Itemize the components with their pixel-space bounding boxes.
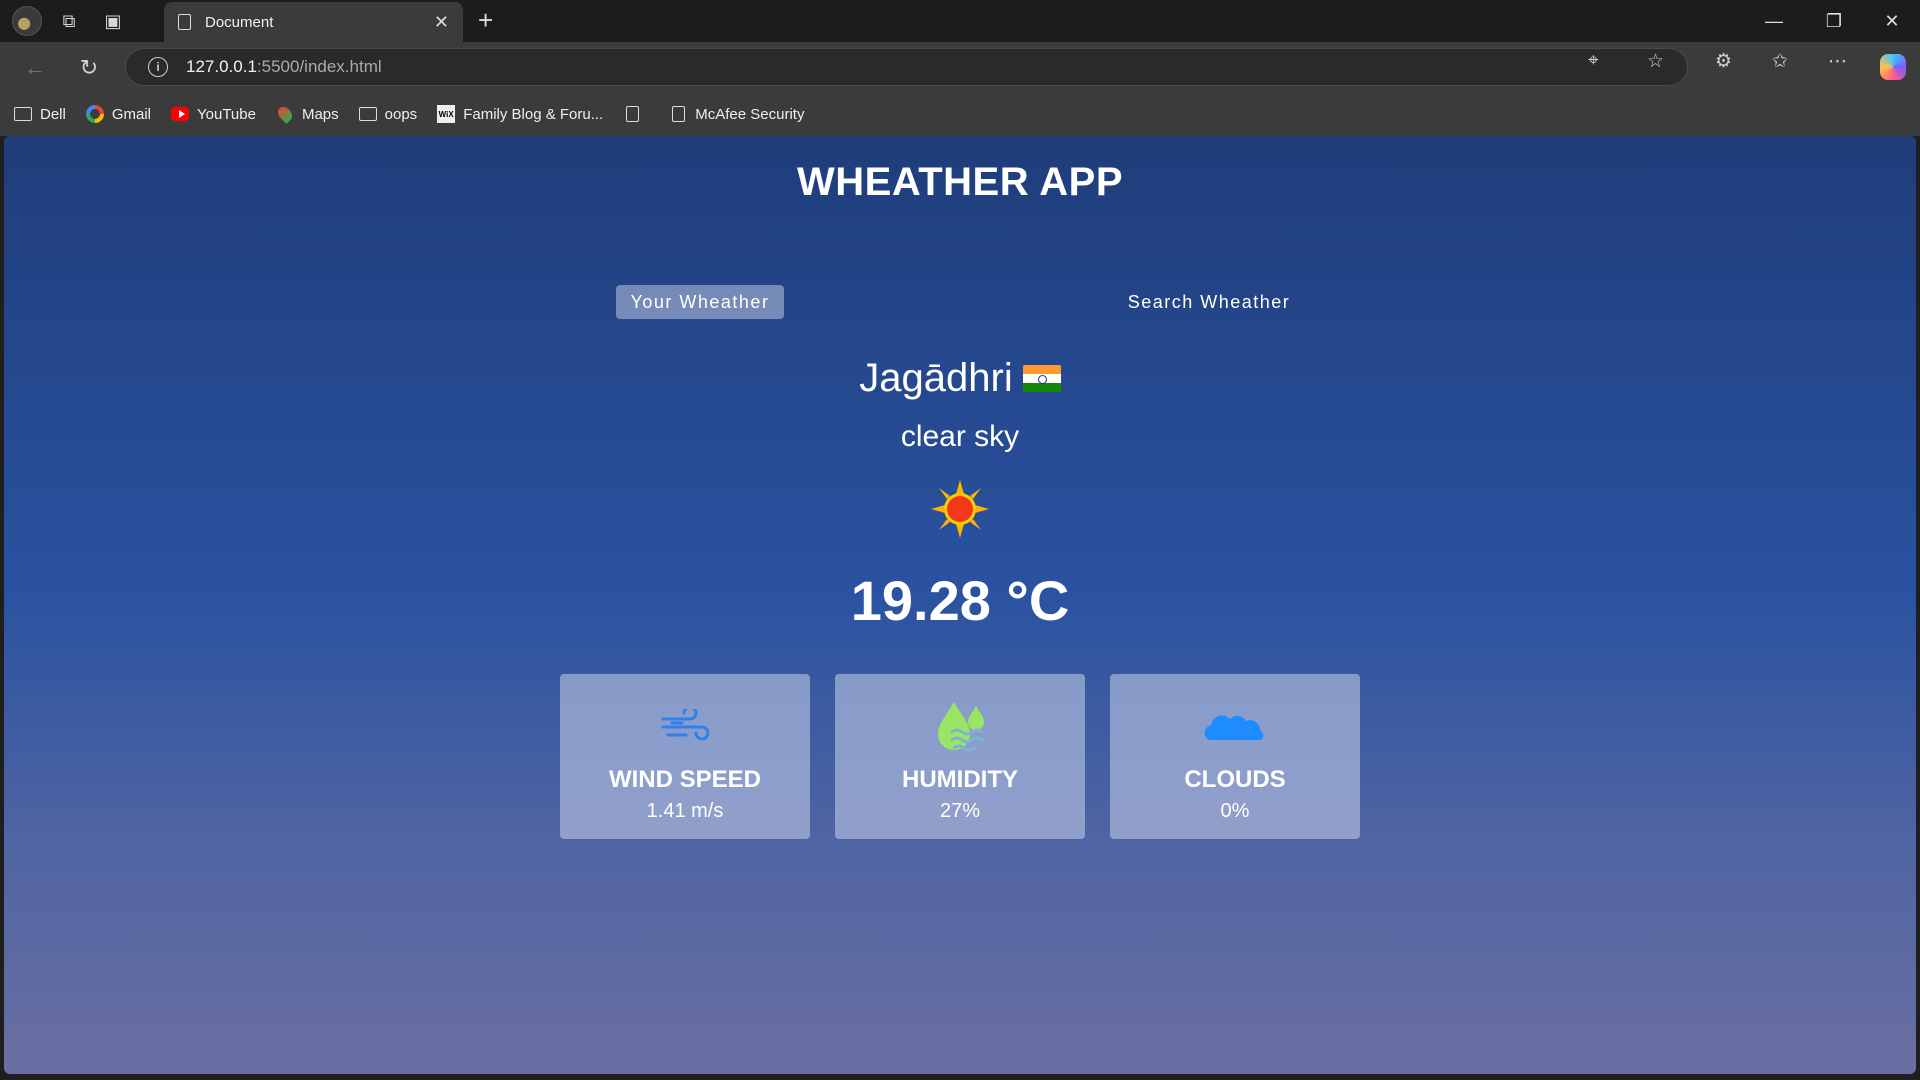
city-row: Jagādhri [4,356,1916,401]
location-icon[interactable]: ⌖ [1588,50,1599,72]
card-humidity: HUMIDITY 27% [835,674,1085,839]
temperature: 19.28 °C [850,569,1070,632]
more-menu-icon[interactable]: ⋯ [1828,50,1847,73]
card-title: CLOUDS [1184,766,1286,793]
bookmarks-bar: Dell Gmail YouTube Maps oops WiX Family … [0,92,1920,136]
bookmark-gmail[interactable]: Gmail [85,105,151,123]
card-clouds: CLOUDS 0% [1110,674,1360,839]
close-window-button[interactable]: ✕ [1864,0,1920,42]
vertical-tabs-icon[interactable]: ▣ [96,4,130,38]
url-path: :5500/index.html [256,57,382,76]
extensions-icon[interactable]: ⚙ [1715,50,1732,73]
bookmark-dell[interactable]: Dell [14,106,66,123]
humidity-icon [932,696,988,756]
tab-document[interactable]: Document ✕ [164,2,463,42]
google-icon [85,105,104,123]
refresh-button[interactable]: ↻ [72,51,106,85]
browser-title-bar: ⧉ ▣ Document ✕ + — ❐ ✕ [0,0,1920,42]
sun-icon [931,480,989,538]
page-icon [625,106,639,122]
restore-button[interactable]: ❐ [1806,0,1862,42]
site-info-icon[interactable]: i [148,57,168,77]
maps-icon [275,104,295,124]
document-icon [178,14,191,30]
navigation-bar: ← ↻ i 127.0.0.1 :5500/index.html ⌖ ☆ ⚙ ✩… [0,42,1920,92]
new-tab-button[interactable]: + [478,6,493,34]
bookmark-maps[interactable]: Maps [275,104,339,124]
card-wind-speed: WIND SPEED 1.41 m/s [560,674,810,839]
bookmark-mcafee[interactable]: McAfee Security [669,106,804,123]
page-viewport: WHEATHER APP Your Wheather Search Wheath… [4,136,1916,1074]
city-name: Jagādhri [859,356,1013,400]
card-value: 1.41 m/s [646,800,724,822]
url-host: 127.0.0.1 [186,57,257,76]
wind-icon [660,696,710,756]
tab-your-weather[interactable]: Your Wheather [616,285,784,319]
bookmark-oops[interactable]: oops [358,106,417,123]
bookmark-untitled[interactable] [623,106,649,122]
app-title: WHEATHER APP [797,160,1123,204]
bookmark-youtube[interactable]: YouTube [171,106,256,123]
youtube-icon [171,107,190,121]
minimize-button[interactable]: — [1746,0,1802,42]
cloud-icon [1203,696,1267,756]
profile-avatar[interactable] [12,6,42,36]
back-button[interactable]: ← [18,51,52,85]
address-bar[interactable]: i 127.0.0.1 :5500/index.html [125,48,1688,86]
card-value: 0% [1220,800,1250,822]
wix-icon: WiX [437,105,456,123]
favorite-star-icon[interactable]: ☆ [1647,50,1664,73]
folder-icon [358,107,377,121]
copilot-icon[interactable] [1880,54,1906,80]
favorites-icon[interactable]: ✩ [1772,50,1788,73]
card-title: WIND SPEED [608,766,761,793]
tab-search-weather[interactable]: Search Wheather [1114,285,1304,319]
tab-title: Document [205,13,274,31]
folder-icon [14,107,32,121]
weather-cards: WIND SPEED 1.41 m/s HUMIDITY 27% CLOUDS … [560,674,1360,839]
india-flag-icon [1022,364,1061,393]
card-value: 27% [939,800,981,822]
bookmark-family-blog[interactable]: WiX Family Blog & Foru... [437,105,603,123]
card-title: HUMIDITY [902,766,1018,793]
close-tab-icon[interactable]: ✕ [434,12,449,33]
weather-description: clear sky [900,420,1020,453]
page-icon [671,106,685,122]
workspaces-icon[interactable]: ⧉ [52,4,86,38]
